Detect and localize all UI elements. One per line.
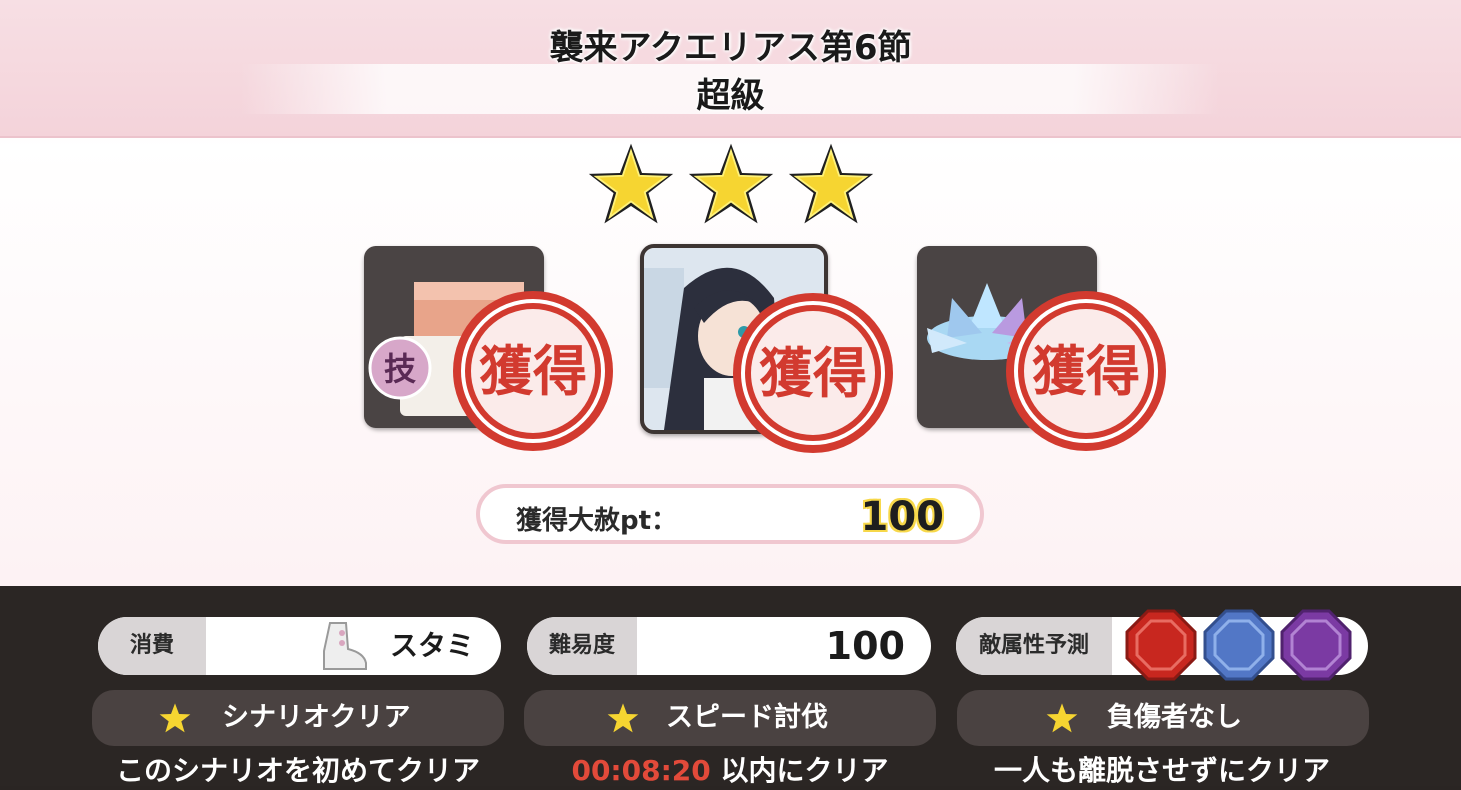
difficulty-value: 100 bbox=[825, 624, 905, 668]
title-band: 襲来アクエリアス第6節 超級 bbox=[0, 0, 1461, 138]
star-icon bbox=[588, 143, 674, 224]
star-icon bbox=[607, 703, 639, 733]
enemy-attribute-label: 敵属性予測 bbox=[956, 617, 1112, 675]
acquired-stamp: 獲得 bbox=[1006, 291, 1166, 451]
star-rating bbox=[585, 140, 877, 230]
fire-attribute-icon bbox=[1125, 609, 1197, 681]
stage-title: 襲来アクエリアス第6節 bbox=[549, 28, 912, 68]
mission-desc: このシナリオを初めてクリア bbox=[115, 754, 480, 787]
boot-icon bbox=[323, 622, 367, 670]
svg-text:獲得: 獲得 bbox=[479, 340, 587, 403]
points-label: 獲得大赦pt： bbox=[516, 506, 678, 536]
reward-item-1[interactable]: 技 獲得 bbox=[364, 246, 613, 451]
mission-speed-clear: スピード討伐 bbox=[524, 690, 936, 746]
mission-label: 負傷者なし bbox=[1107, 702, 1242, 733]
dark-attribute-icon bbox=[1280, 609, 1352, 681]
reward-item-2[interactable]: 獲得 bbox=[640, 244, 893, 453]
star-icon bbox=[159, 703, 191, 733]
stamina-cost-pill: 消費 スタミナ 50 bbox=[98, 617, 501, 675]
acquired-stamp: 獲得 bbox=[733, 293, 893, 453]
difficulty-pill: 難易度 100 bbox=[527, 617, 931, 675]
stamina-label: スタミナ bbox=[390, 629, 475, 662]
mission-label: スピード討伐 bbox=[666, 702, 828, 733]
result-panel: 襲来アクエリアス第6節 超級 技 獲得 獲得 獲得 獲得大赦pt： 100 bbox=[0, 0, 1461, 586]
reward-item-3[interactable]: 獲得 bbox=[917, 246, 1166, 451]
consume-label: 消費 bbox=[98, 617, 206, 675]
difficulty-label: 難易度 bbox=[527, 617, 637, 675]
difficulty-title: 超級 bbox=[696, 76, 765, 116]
mission-desc: 00:08:20 以内にクリア bbox=[571, 754, 889, 787]
mission-no-casualties: 負傷者なし bbox=[957, 690, 1369, 746]
star-icon bbox=[788, 143, 874, 224]
mission-scenario-clear: シナリオクリア bbox=[92, 690, 504, 746]
time-limit: 00:08:20 bbox=[571, 754, 711, 787]
water-attribute-icon bbox=[1203, 609, 1275, 681]
svg-text:獲得: 獲得 bbox=[1032, 340, 1140, 403]
star-icon bbox=[1046, 703, 1078, 733]
points-value: 100 bbox=[860, 494, 945, 540]
mission-desc: 一人も離脱させずにクリア bbox=[993, 754, 1330, 787]
mission-label: シナリオクリア bbox=[222, 702, 411, 733]
acquired-stamp: 獲得 bbox=[453, 291, 613, 451]
points-bar: 獲得大赦pt： 100 bbox=[476, 484, 984, 544]
svg-text:技: 技 bbox=[384, 350, 416, 388]
svg-text:獲得: 獲得 bbox=[759, 342, 867, 405]
star-icon bbox=[688, 143, 774, 224]
